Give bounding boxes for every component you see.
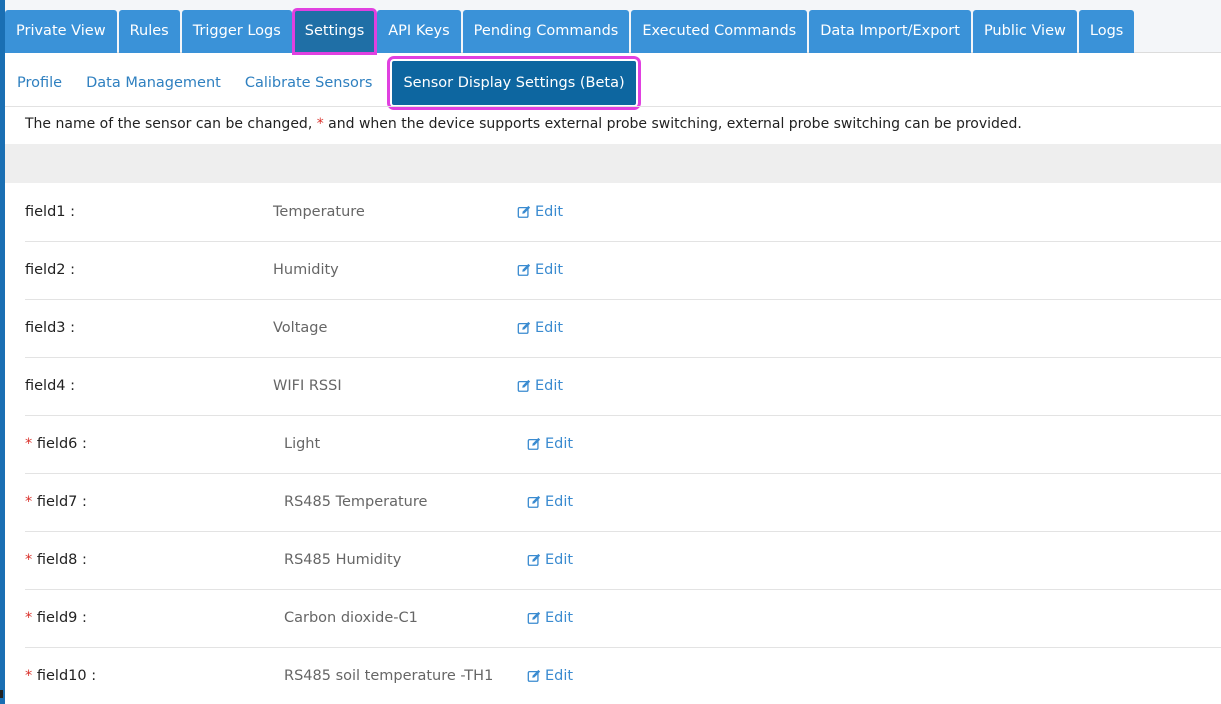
edit-icon [527, 611, 541, 624]
edit-icon [517, 379, 531, 392]
sensor-settings-description: The name of the sensor can be changed, *… [25, 116, 1022, 132]
main-tab-bar: Private View Rules Trigger Logs Settings… [5, 0, 1221, 55]
tab-settings[interactable]: Settings [291, 8, 378, 55]
field-row: * field6 : Light Edit [25, 416, 1221, 474]
field-label: field1 : [25, 204, 76, 220]
required-star: * [25, 494, 33, 510]
field-label: * field9 : [25, 610, 87, 626]
subtab-sensor-display-settings[interactable]: Sensor Display Settings (Beta) [387, 56, 641, 110]
required-star: * [25, 610, 33, 626]
edit-field-link[interactable]: Edit [517, 378, 563, 394]
description-text-start: The name of the sensor can be changed, [25, 116, 317, 132]
field-label: field3 : [25, 320, 76, 336]
field-label: field2 : [25, 262, 76, 278]
main-tabs: Private View Rules Trigger Logs Settings… [5, 8, 1136, 55]
tab-data-import-export[interactable]: Data Import/Export [809, 10, 971, 53]
subtab-calibrate-sensors[interactable]: Calibrate Sensors [233, 61, 385, 105]
tab-rules[interactable]: Rules [118, 10, 180, 53]
sub-tabs-divider [5, 106, 1221, 107]
tab-public-view[interactable]: Public View [972, 10, 1077, 53]
edit-icon [527, 437, 541, 450]
tab-logs[interactable]: Logs [1078, 10, 1135, 53]
edit-icon [517, 321, 531, 334]
required-star: * [316, 116, 324, 132]
field-row: field2 : Humidity Edit [25, 242, 1221, 300]
field-sensor-name: Temperature [273, 204, 365, 220]
field-sensor-name: WIFI RSSI [273, 378, 342, 394]
field-row: field3 : Voltage Edit [25, 300, 1221, 358]
edit-field-link[interactable]: Edit [517, 262, 563, 278]
field-row: * field8 : RS485 Humidity Edit [25, 532, 1221, 590]
edit-field-link[interactable]: Edit [527, 668, 573, 684]
edit-icon [527, 495, 541, 508]
edit-icon [527, 669, 541, 682]
edit-field-link[interactable]: Edit [517, 320, 563, 336]
field-row: * field9 : Carbon dioxide-C1 Edit [25, 590, 1221, 648]
required-star: * [25, 668, 33, 684]
field-label: * field7 : [25, 494, 87, 510]
field-label: * field10 : [25, 668, 97, 684]
required-star: * [25, 552, 33, 568]
edit-icon [517, 263, 531, 276]
field-label: field4 : [25, 378, 76, 394]
field-sensor-name: RS485 soil temperature -TH1 [284, 668, 494, 684]
edit-field-link[interactable]: Edit [527, 610, 573, 626]
field-row: * field7 : RS485 Temperature Edit [25, 474, 1221, 532]
sensor-field-list: field1 : Temperature Edit field2 : Humid… [25, 184, 1221, 704]
field-row: field1 : Temperature Edit [25, 184, 1221, 242]
required-star: * [25, 436, 33, 452]
edit-field-link[interactable]: Edit [517, 204, 563, 220]
edit-field-link[interactable]: Edit [527, 494, 573, 510]
settings-sub-tabs: Profile Data Management Calibrate Sensor… [5, 56, 641, 110]
field-sensor-name: Light [284, 436, 321, 452]
field-sensor-name: RS485 Temperature [284, 494, 428, 510]
edit-field-link[interactable]: Edit [527, 552, 573, 568]
edit-icon [517, 205, 531, 218]
tab-private-view[interactable]: Private View [5, 10, 117, 53]
field-sensor-name: RS485 Humidity [284, 552, 402, 568]
edit-field-link[interactable]: Edit [527, 436, 573, 452]
subtab-profile[interactable]: Profile [5, 61, 74, 105]
tab-executed-commands[interactable]: Executed Commands [631, 10, 808, 53]
tab-api-keys[interactable]: API Keys [377, 10, 461, 53]
field-sensor-name: Carbon dioxide-C1 [284, 610, 418, 626]
table-header-band [5, 144, 1221, 183]
window-edge-marker [0, 690, 3, 698]
description-text-end: and when the device supports external pr… [323, 116, 1022, 132]
field-row: field4 : WIFI RSSI Edit [25, 358, 1221, 416]
tab-pending-commands[interactable]: Pending Commands [462, 10, 630, 53]
field-label: * field8 : [25, 552, 87, 568]
tab-trigger-logs[interactable]: Trigger Logs [181, 10, 292, 53]
field-row: * field10 : RS485 soil temperature -TH1 … [25, 648, 1221, 704]
field-label: * field6 : [25, 436, 87, 452]
subtab-data-management[interactable]: Data Management [74, 61, 233, 105]
field-sensor-name: Voltage [273, 320, 328, 336]
field-sensor-name: Humidity [273, 262, 339, 278]
edit-icon [527, 553, 541, 566]
